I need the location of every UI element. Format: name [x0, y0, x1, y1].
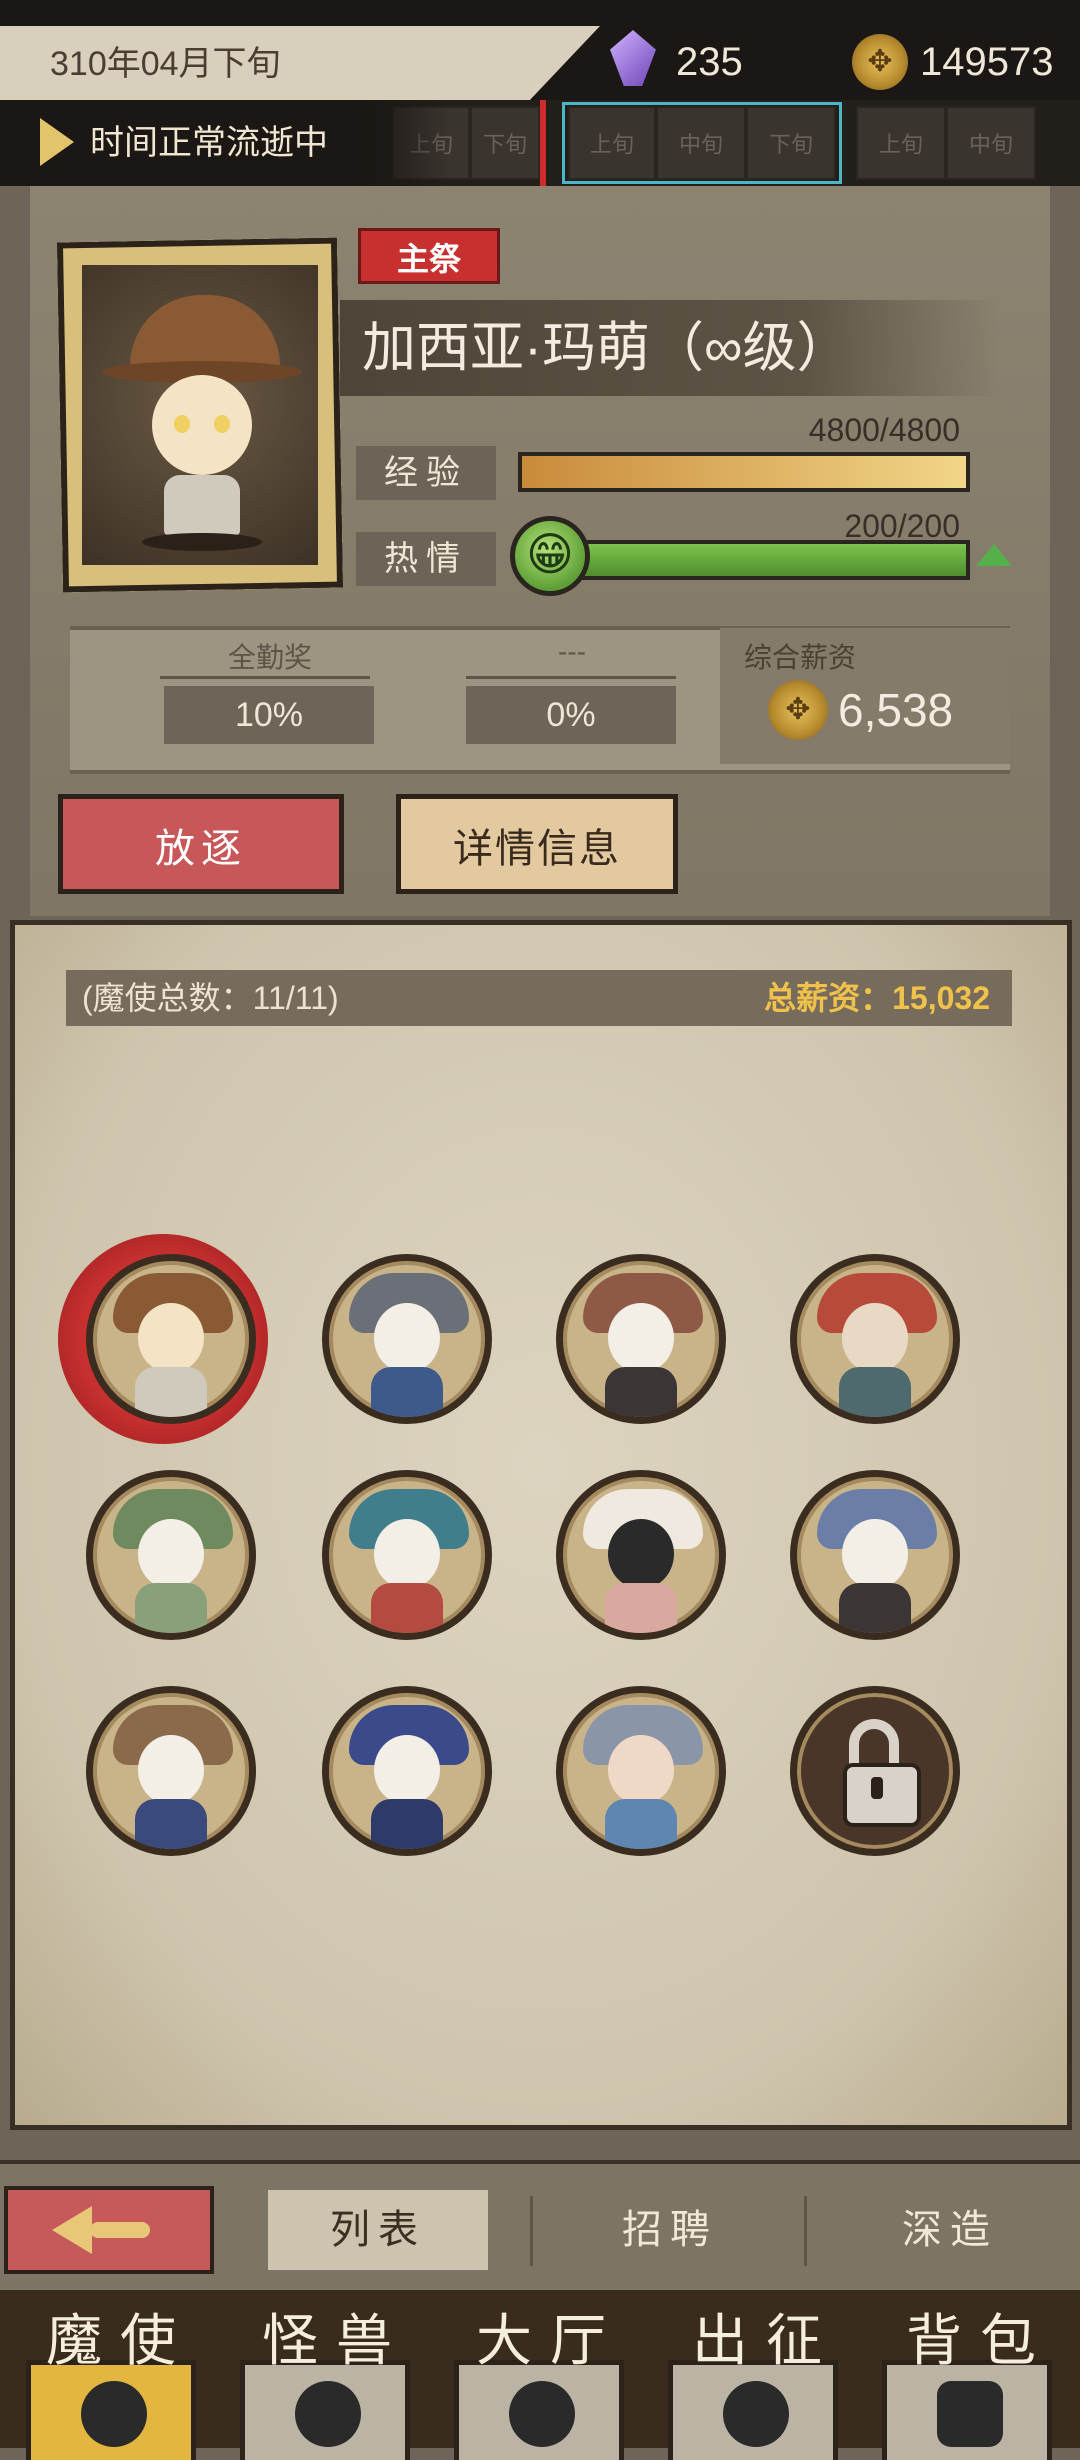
character-face: [138, 1303, 204, 1373]
eye-icon: [174, 415, 190, 433]
character-body: [135, 1583, 207, 1633]
character-body: [164, 475, 240, 535]
nav-tab-monsters[interactable]: 怪兽: [236, 2296, 436, 2377]
character-body: [605, 1799, 677, 1849]
avatar-slot[interactable]: [322, 1686, 492, 1856]
character-face: [138, 1735, 204, 1805]
shadow: [142, 533, 262, 551]
details-button[interactable]: 详情信息: [396, 794, 678, 894]
avatar-slot[interactable]: [790, 1470, 960, 1640]
monster-icon: [295, 2381, 361, 2447]
timeline-slot: 中旬: [656, 106, 746, 180]
avatar-slot[interactable]: [322, 1470, 492, 1640]
nav-tab-expedition[interactable]: 出征: [666, 2296, 866, 2377]
character-face: [138, 1519, 204, 1589]
happy-face-icon: 😁: [510, 516, 590, 596]
divider: [160, 676, 370, 679]
character-body: [135, 1799, 207, 1849]
divider: [466, 676, 676, 679]
exile-button[interactable]: 放逐: [58, 794, 344, 894]
keyhole: [871, 1777, 883, 1799]
character-face: [374, 1303, 440, 1373]
up-arrow-icon: [976, 544, 1012, 566]
exp-bar: [518, 452, 970, 492]
expedition-icon: [723, 2381, 789, 2447]
avatar-slot[interactable]: [86, 1470, 256, 1640]
character-face: [608, 1735, 674, 1805]
nav-tab-backpack[interactable]: 背包: [880, 2296, 1080, 2377]
timeline-slot: 上旬: [568, 106, 656, 180]
passion-label: 热情: [356, 532, 496, 586]
roster-count: (魔使总数：11/11): [82, 980, 339, 1016]
bonus-title: ---: [558, 636, 586, 667]
avatar-slot-selected[interactable]: [86, 1254, 256, 1424]
nav-tab-demons[interactable]: 魔使: [20, 2296, 220, 2377]
play-icon[interactable]: [40, 118, 74, 166]
character-body: [839, 1583, 911, 1633]
skull-icon: [81, 2381, 147, 2447]
salary-value: 6,538: [838, 684, 954, 736]
character-face: [152, 375, 252, 475]
coin-icon: ✥: [852, 34, 908, 90]
character-body: [371, 1799, 443, 1849]
timeline-slot: 中旬: [946, 106, 1036, 180]
backpack-icon: [937, 2381, 1003, 2447]
passion-bar: [560, 540, 970, 580]
character-name: 加西亚·玛萌（∞级）: [362, 318, 851, 378]
avatar-slot[interactable]: [86, 1686, 256, 1856]
tab-recruit[interactable]: 招聘: [560, 2190, 780, 2270]
coin-icon: ✥: [768, 680, 828, 740]
back-arrow-icon[interactable]: [52, 2206, 92, 2254]
tab-advanced-study[interactable]: 深造: [840, 2190, 1060, 2270]
character-face: [608, 1519, 674, 1589]
timeline-slot: 下旬: [470, 106, 540, 180]
exp-value: 4800/4800: [808, 412, 960, 448]
exp-label: 经验: [356, 446, 496, 500]
crystal-count: 235: [676, 40, 743, 84]
attendance-title: 全勤奖: [227, 642, 312, 673]
character-body: [135, 1367, 207, 1417]
character-body: [371, 1583, 443, 1633]
salary-title: 综合薪资: [744, 642, 857, 673]
avatar-slot[interactable]: [790, 1254, 960, 1424]
character-face: [608, 1303, 674, 1373]
character-body: [605, 1367, 677, 1417]
avatar-slot[interactable]: [556, 1470, 726, 1640]
character-face: [374, 1519, 440, 1589]
character-face: [842, 1303, 908, 1373]
locked-slot[interactable]: [790, 1686, 960, 1856]
character-face: [842, 1519, 908, 1589]
attendance-value: 10%: [164, 686, 374, 744]
tab-list[interactable]: 列表: [268, 2190, 488, 2270]
character-face: [374, 1735, 440, 1805]
timeline-slot: 上旬: [856, 106, 946, 180]
character-body: [839, 1367, 911, 1417]
current-time-marker: [540, 100, 546, 186]
exp-bar-fill: [522, 456, 966, 488]
timeline-slot: 下旬: [746, 106, 836, 180]
character-body: [605, 1583, 677, 1633]
avatar-slot[interactable]: [556, 1686, 726, 1856]
role-badge: 主祭: [358, 228, 500, 284]
divider: [804, 2196, 807, 2266]
hall-icon: [509, 2381, 575, 2447]
nav-tab-hall[interactable]: 大厅: [450, 2296, 650, 2377]
coin-count: 149573: [920, 40, 1054, 84]
divider: [530, 2196, 533, 2266]
avatar-slot[interactable]: [556, 1254, 726, 1424]
avatar-slot[interactable]: [322, 1254, 492, 1424]
passion-bar-fill: [564, 544, 966, 576]
game-date: 310年04月下旬: [0, 26, 600, 102]
back-arrow-tail: [90, 2222, 150, 2238]
eye-icon: [214, 415, 230, 433]
character-body: [371, 1367, 443, 1417]
character-portrait[interactable]: [82, 265, 318, 565]
bonus-value: 0%: [466, 686, 676, 744]
roster-total-salary: 总薪资：15,032: [764, 980, 990, 1016]
